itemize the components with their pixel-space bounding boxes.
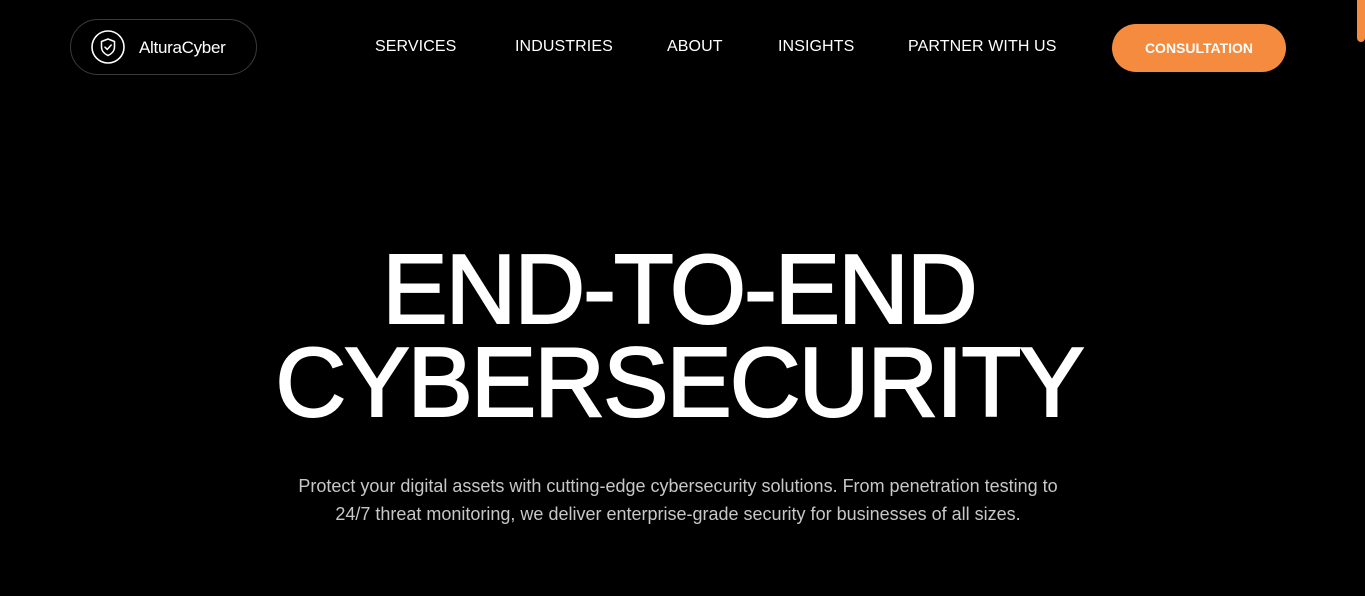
scrollbar-thumb[interactable] xyxy=(1357,0,1365,42)
hero-subtitle: Protect your digital assets with cutting… xyxy=(298,476,1058,524)
nav-partner-with-us[interactable]: PARTNER WITH US xyxy=(908,38,1056,56)
nav-insights[interactable]: INSIGHTS xyxy=(778,38,854,56)
shield-check-icon xyxy=(91,30,125,64)
nav-services[interactable]: SERVICES xyxy=(375,38,456,56)
logo-text: AlturaCyber xyxy=(139,38,226,57)
hero-title-line-2: CYBERSECURITY xyxy=(274,327,1085,437)
scrollbar[interactable] xyxy=(1357,0,1365,596)
consultation-button[interactable]: CONSULTATION xyxy=(1112,24,1286,72)
page: AlturaCyber SERVICES INDUSTRIES ABOUT IN… xyxy=(0,0,1365,596)
nav-industries[interactable]: INDUSTRIES xyxy=(515,38,613,56)
nav-about[interactable]: ABOUT xyxy=(667,38,723,56)
hero-title-line-1: END-TO-END xyxy=(381,234,978,344)
logo-link[interactable]: AlturaCyber xyxy=(70,19,257,75)
